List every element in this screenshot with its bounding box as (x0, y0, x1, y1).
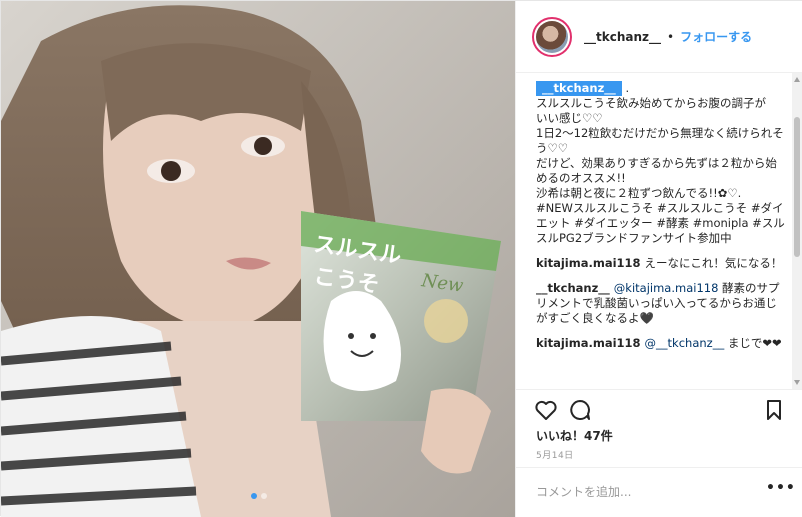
post-photo[interactable]: スルスル こうそ New (1, 1, 515, 517)
caption-hashtags[interactable]: #NEWスルスルこうそ #スルスルこうそ #ダイエット #ダイエッター #酵素 … (536, 201, 786, 246)
add-comment-bar: コメントを追加... ••• (516, 467, 802, 517)
scrollbar-thumb[interactable] (794, 117, 800, 257)
comments-list[interactable]: __tkchanz__ . スルスルこうそ飲み始めてからお腹の調子が いい感じ♡… (516, 73, 796, 389)
avatar[interactable] (532, 16, 572, 57)
comment-item: kitajima.mai118 @__tkchanz__ まじで❤❤ (536, 336, 786, 351)
post-username[interactable]: __tkchanz__ (584, 30, 661, 44)
comment-item: kitajima.mai118 えーなにこれ！気になる！ (536, 256, 786, 271)
photo-illustration: スルスル こうそ New (1, 1, 515, 517)
comment-username[interactable]: __tkchanz__ (536, 281, 610, 295)
likes-count[interactable]: いいね！47件 (536, 427, 613, 444)
comment-item: __tkchanz__ @kitajima.mai118 酵素のサプリメントで乳酸… (536, 281, 786, 326)
post-modal: スルスル こうそ New __tkchanz__ • フォローする __tkch (0, 0, 802, 517)
follow-button[interactable]: フォローする (680, 28, 752, 45)
post-sidebar: __tkchanz__ • フォローする __tkchanz__ . スルスルこ… (515, 1, 802, 517)
more-options-icon[interactable]: ••• (766, 480, 796, 496)
comments-scrollbar[interactable] (792, 73, 802, 389)
carousel-dot[interactable] (261, 493, 267, 499)
comment-mention[interactable]: @kitajima.mai118 (614, 281, 719, 295)
header-separator: • (667, 29, 675, 44)
comment-username[interactable]: kitajima.mai118 (536, 256, 641, 270)
caption-username[interactable]: __tkchanz__ (536, 81, 622, 96)
post-header: __tkchanz__ • フォローする (516, 1, 802, 73)
add-comment-input[interactable]: コメントを追加... (536, 483, 631, 500)
scroll-down-arrow[interactable] (794, 380, 800, 385)
heart-icon[interactable] (534, 398, 558, 422)
caption-text: スルスルこうそ飲み始めてからお腹の調子が いい感じ♡♡ 1日2〜12粒飲むだけだ… (536, 96, 784, 200)
post-date[interactable]: 5月14日 (536, 448, 574, 461)
comment-icon[interactable] (568, 398, 592, 422)
comment-mention[interactable]: @__tkchanz__ (645, 336, 725, 350)
comment-text: えーなにこれ！気になる！ (644, 256, 783, 270)
caption-tail: . (625, 81, 630, 95)
scroll-up-arrow[interactable] (794, 77, 800, 82)
bookmark-icon[interactable] (762, 398, 786, 422)
caption: __tkchanz__ . スルスルこうそ飲み始めてからお腹の調子が いい感じ♡… (536, 81, 786, 246)
carousel-dot[interactable] (251, 493, 257, 499)
comment-username[interactable]: kitajima.mai118 (536, 336, 641, 350)
action-bar (516, 389, 802, 429)
comment-text: まじで❤❤ (724, 336, 782, 350)
carousel-indicator (251, 493, 267, 499)
